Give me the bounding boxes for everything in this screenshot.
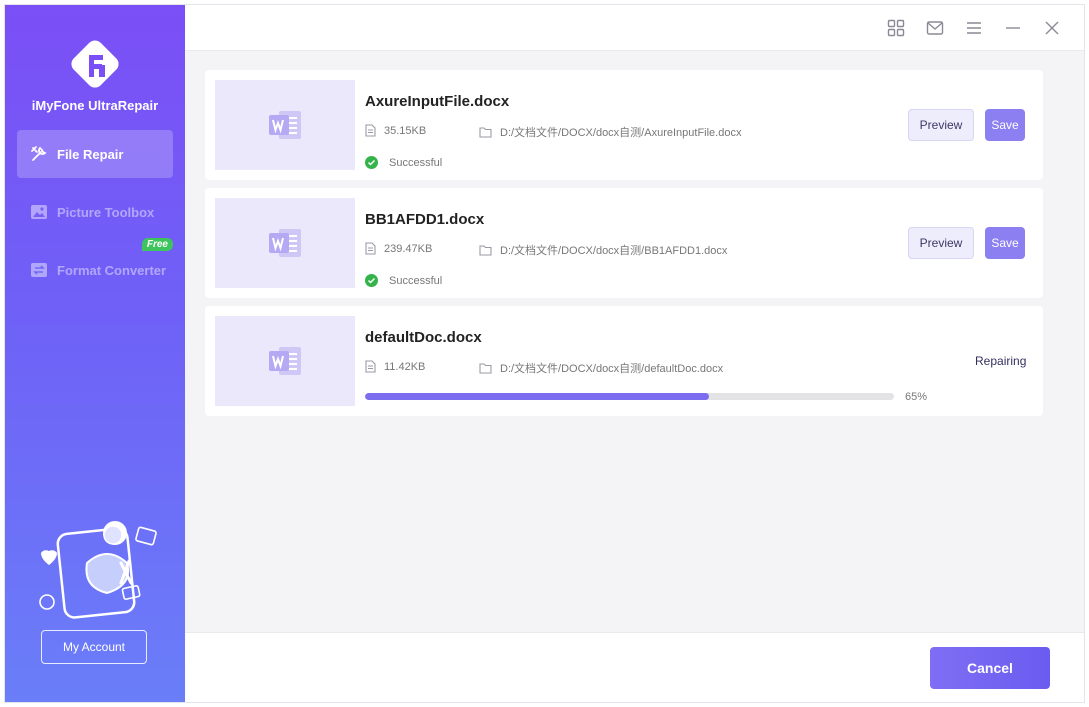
check-icon bbox=[365, 274, 378, 287]
file-name: AxureInputFile.docx bbox=[365, 93, 510, 110]
menu-icon[interactable] bbox=[964, 18, 984, 38]
file-thumbnail bbox=[215, 198, 355, 288]
cancel-button[interactable]: Cancel bbox=[930, 647, 1050, 689]
word-doc-icon bbox=[269, 229, 301, 257]
mascot-illustration bbox=[39, 521, 157, 619]
sidebar-item-label: File Repair bbox=[57, 146, 124, 162]
repairing-status: Repairing bbox=[975, 354, 1027, 368]
file-size: 11.42KB bbox=[365, 360, 425, 373]
sidebar-item-picture-toolbox[interactable]: Picture Toolbox bbox=[17, 188, 173, 236]
app-logo-icon bbox=[71, 40, 119, 88]
file-list: AxureInputFile.docx 35.15KB D:/文档文件/DOCX… bbox=[185, 51, 1084, 632]
file-card: AxureInputFile.docx 35.15KB D:/文档文件/DOCX… bbox=[205, 70, 1043, 180]
preview-button[interactable]: Preview bbox=[908, 227, 974, 259]
grid-icon[interactable] bbox=[886, 18, 906, 38]
mail-icon[interactable] bbox=[925, 18, 945, 38]
status-badge: Successful bbox=[365, 274, 442, 287]
folder-icon bbox=[479, 362, 492, 374]
check-icon bbox=[365, 156, 378, 169]
file-path: D:/文档文件/DOCX/docx自测/AxureInputFile.docx bbox=[479, 124, 741, 140]
file-path: D:/文档文件/DOCX/docx自测/defaultDoc.docx bbox=[479, 360, 723, 376]
file-card: BB1AFDD1.docx 239.47KB D:/文档文件/DOCX/docx… bbox=[205, 188, 1043, 298]
save-button[interactable]: Save bbox=[985, 109, 1025, 141]
title-bar bbox=[185, 5, 1084, 51]
file-icon bbox=[365, 124, 376, 137]
file-card: defaultDoc.docx 11.42KB D:/文档文件/DOCX/doc… bbox=[205, 306, 1043, 416]
file-thumbnail bbox=[215, 80, 355, 170]
sidebar-item-label: Format Converter bbox=[57, 262, 167, 278]
folder-icon bbox=[479, 126, 492, 138]
bottom-bar: Cancel bbox=[185, 632, 1084, 702]
file-icon bbox=[365, 360, 376, 373]
sidebar-item-label: Picture Toolbox bbox=[57, 204, 155, 220]
my-account-button[interactable]: My Account bbox=[41, 630, 147, 664]
file-path: D:/文档文件/DOCX/docx自测/BB1AFDD1.docx bbox=[479, 242, 727, 258]
app-window: iMyFone UltraRepair File Repair Picture … bbox=[4, 4, 1085, 703]
file-thumbnail bbox=[215, 316, 355, 406]
sidebar-item-format-converter[interactable]: Format Converter Free bbox=[17, 238, 173, 294]
file-size: 35.15KB bbox=[365, 124, 426, 137]
file-name: defaultDoc.docx bbox=[365, 329, 482, 346]
word-doc-icon bbox=[269, 111, 301, 139]
word-doc-icon bbox=[269, 347, 301, 375]
progress-percent: 65% bbox=[905, 391, 928, 403]
file-size: 239.47KB bbox=[365, 242, 432, 255]
preview-button[interactable]: Preview bbox=[908, 109, 974, 141]
picture-icon bbox=[29, 202, 49, 222]
save-button[interactable]: Save bbox=[985, 227, 1025, 259]
sidebar-item-file-repair[interactable]: File Repair bbox=[17, 130, 173, 178]
file-name: BB1AFDD1.docx bbox=[365, 211, 485, 228]
app-name: iMyFone UltraRepair bbox=[31, 98, 159, 113]
sidebar: iMyFone UltraRepair File Repair Picture … bbox=[5, 5, 185, 702]
close-icon[interactable] bbox=[1042, 18, 1062, 38]
file-icon bbox=[365, 242, 376, 255]
folder-icon bbox=[479, 244, 492, 256]
convert-icon bbox=[29, 260, 49, 280]
free-badge: Free bbox=[141, 238, 173, 251]
status-badge: Successful bbox=[365, 156, 442, 169]
repair-progress-fill bbox=[365, 393, 709, 400]
repair-progress-bar bbox=[365, 393, 894, 400]
minimize-icon[interactable] bbox=[1003, 18, 1023, 38]
wrench-icon bbox=[29, 144, 49, 164]
